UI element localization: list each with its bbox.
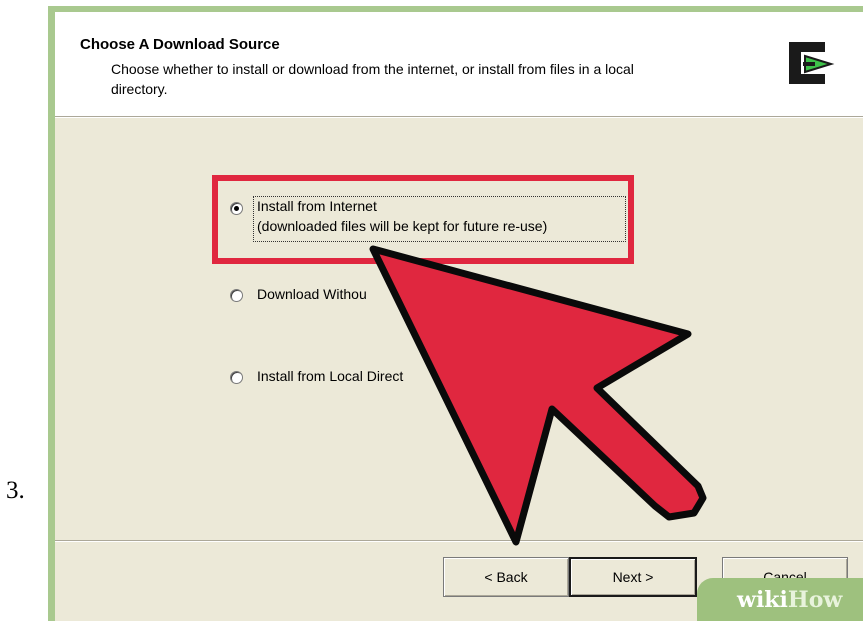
- footer-divider-highlight: [55, 541, 863, 542]
- highlight-box: [212, 175, 634, 264]
- step-number: 3.: [6, 477, 25, 504]
- setup-dialog: Choose A Download Source Choose whether …: [55, 12, 863, 621]
- watermark-how: How: [787, 586, 843, 613]
- header-divider-highlight: [55, 117, 863, 118]
- next-button[interactable]: Next >: [569, 557, 697, 597]
- option-label: Download Withou: [257, 286, 367, 302]
- watermark-wiki: wiki: [737, 586, 788, 613]
- radio-install-from-local-directory[interactable]: [230, 371, 243, 384]
- back-button[interactable]: < Back: [443, 557, 569, 597]
- cygwin-logo-icon: [789, 42, 835, 84]
- page-title: Choose A Download Source: [80, 36, 280, 53]
- option-label: Install from Local Direct: [257, 368, 404, 384]
- radio-download-without-installing[interactable]: [230, 289, 243, 302]
- option-download-without-installing[interactable]: Download Withou: [230, 286, 430, 306]
- option-install-from-local-directory[interactable]: Install from Local Direct: [230, 368, 450, 388]
- page-description: Choose whether to install or download fr…: [111, 61, 634, 97]
- wikihow-watermark: wiki How: [697, 578, 863, 621]
- dialog-header: Choose A Download Source Choose whether …: [55, 12, 863, 116]
